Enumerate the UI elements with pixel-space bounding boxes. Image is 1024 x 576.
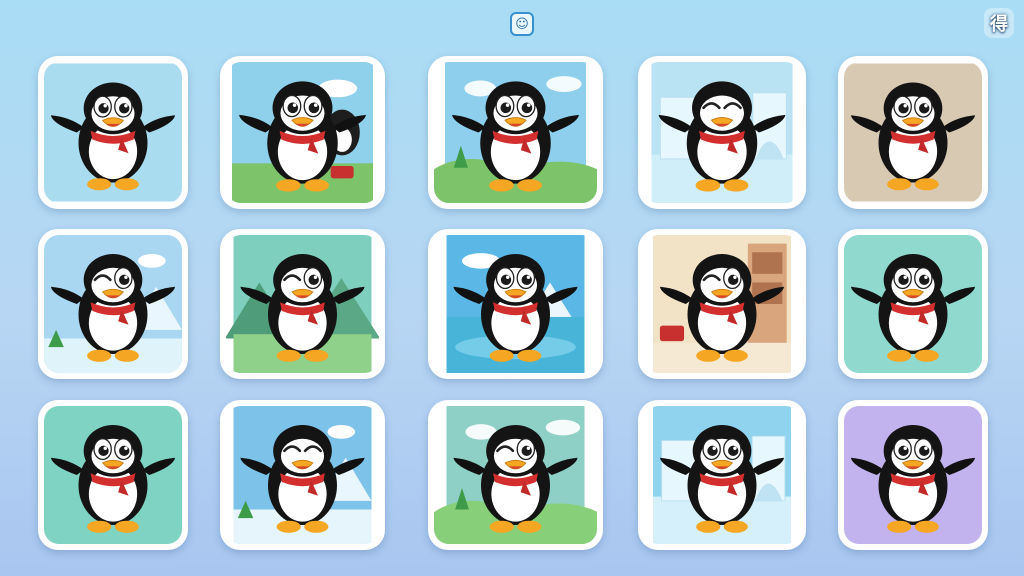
memory-card[interactable] [38,56,188,209]
memory-card[interactable] [638,400,806,550]
memory-card[interactable] [38,400,188,550]
memory-card-grid [0,0,1024,576]
memory-card[interactable] [838,229,988,379]
memory-card[interactable] [38,229,188,379]
penguin-illustration [226,62,379,203]
penguin-illustration [644,235,800,373]
penguin-illustration [844,62,982,203]
memory-card[interactable] [428,56,603,209]
penguin-illustration [434,235,597,373]
penguin-illustration [44,235,182,373]
penguin-illustration [644,62,800,203]
penguin-illustration [844,406,982,544]
penguin-illustration [434,406,597,544]
memory-card[interactable] [220,229,385,379]
memory-card[interactable] [638,56,806,209]
penguin-illustration [44,406,182,544]
memory-card[interactable] [638,229,806,379]
penguin-illustration [226,406,379,544]
memory-card[interactable] [428,400,603,550]
penguin-illustration [44,62,182,203]
memory-card[interactable] [220,56,385,209]
memory-card[interactable] [838,400,988,550]
penguin-illustration [644,406,800,544]
penguin-illustration [226,235,379,373]
memory-card[interactable] [838,56,988,209]
penguin-illustration [844,235,982,373]
memory-card[interactable] [220,400,385,550]
memory-card[interactable] [428,229,603,379]
penguin-illustration [434,62,597,203]
